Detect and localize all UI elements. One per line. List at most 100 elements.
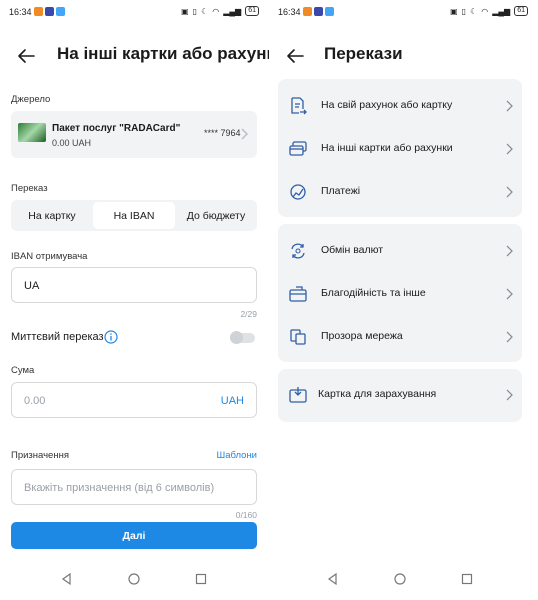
info-icon[interactable] (104, 330, 118, 344)
menu-item-label: На інші картки або рахунки (321, 142, 453, 154)
system-icons: ▣ ▯ ☾ ◠ ▂▄▆ 61 (181, 6, 259, 16)
chevron-right-icon (506, 100, 513, 112)
source-label: Джерело (11, 94, 51, 105)
iban-label: IBAN отримувача (11, 251, 88, 262)
menu-item-currency-exchange[interactable]: Обмін валют (278, 230, 522, 272)
status-bar: 16:34 ▣ ▯ ☾ ◠ ▂▄▆ 61 (0, 0, 269, 22)
menu-group-receiving: Картка для зарахування (278, 369, 522, 422)
toggle-knob (230, 331, 243, 344)
transfer-form-screen: 16:34 ▣ ▯ ☾ ◠ ▂▄▆ 61 На інші картки або … (0, 0, 269, 600)
nfc-icon: ▣ (181, 6, 189, 16)
app-notification-icon (34, 7, 43, 16)
nav-recents-icon[interactable] (194, 572, 208, 586)
tab-to-budget[interactable]: До бюджету (175, 202, 257, 229)
iban-input[interactable]: UA (11, 267, 257, 303)
back-arrow-icon[interactable] (14, 44, 38, 68)
card-balance: 0.00 UAH (52, 138, 92, 148)
nav-back-icon[interactable] (326, 572, 340, 586)
app-notification-icon (325, 7, 334, 16)
nav-home-icon[interactable] (393, 572, 407, 586)
chevron-right-icon (506, 143, 513, 155)
menu-item-label: Картка для зарахування (318, 388, 437, 400)
currency-label: UAH (220, 395, 244, 407)
nav-recents-icon[interactable] (460, 572, 474, 586)
document-arrow-icon (291, 97, 307, 115)
tab-to-iban[interactable]: На IBAN (93, 202, 175, 229)
chevron-right-icon (506, 186, 513, 198)
iban-value: UA (24, 280, 40, 292)
amount-input[interactable]: 0.00 UAH (11, 382, 257, 418)
nfc-icon: ▣ (450, 6, 458, 16)
card-download-icon (289, 387, 307, 403)
back-arrow-icon[interactable] (283, 44, 307, 68)
chevron-right-icon (506, 288, 513, 300)
menu-item-label: Платежі (321, 185, 361, 197)
amount-label: Сума (11, 365, 35, 376)
page-title: На інші картки або рахунки (57, 44, 269, 63)
status-time: 16:34 (278, 7, 301, 17)
app-notification-icon (56, 7, 65, 16)
vibrate-icon: ▯ (461, 6, 467, 16)
notification-icons (34, 7, 65, 16)
source-card-selector[interactable]: Пакет послуг "RADACard" 0.00 UAH **** 79… (11, 111, 257, 158)
purpose-input[interactable]: Вкажіть призначення (від 6 символів) (11, 469, 257, 505)
payments-icon (290, 184, 306, 200)
chevron-right-icon (506, 245, 513, 257)
wifi-icon: ◠ (212, 6, 220, 16)
menu-item-own-account[interactable]: На свій рахунок або картку (278, 85, 522, 127)
system-nav-bar (269, 572, 538, 586)
menu-item-label: Обмін валют (321, 244, 384, 256)
card-image (18, 123, 46, 142)
status-time: 16:34 (9, 7, 32, 17)
menu-item-other-cards[interactable]: На інші картки або рахунки (278, 128, 522, 170)
vibrate-icon: ▯ (192, 6, 198, 16)
wifi-icon: ◠ (481, 6, 489, 16)
app-notification-icon (45, 7, 54, 16)
transfer-label: Переказ (11, 183, 48, 194)
purpose-label: Призначення (11, 450, 69, 461)
card-name: Пакет послуг "RADACard" (52, 123, 181, 134)
purpose-counter: 0/160 (235, 510, 257, 520)
iban-counter: 2/29 (240, 309, 257, 319)
templates-link[interactable]: Шаблони (217, 450, 258, 461)
network-icon (290, 329, 306, 345)
system-nav-bar (0, 572, 269, 586)
nav-back-icon[interactable] (60, 572, 74, 586)
menu-group-services: Обмін валют Благодійність та інше Прозор… (278, 224, 522, 362)
moon-icon: ☾ (201, 6, 209, 16)
menu-item-receiving-card[interactable]: Картка для зарахування (278, 374, 522, 416)
signal-icon: ▂▄▆ (492, 6, 511, 16)
menu-item-transparent-network[interactable]: Прозора мережа (278, 316, 522, 358)
signal-icon: ▂▄▆ (223, 6, 242, 16)
system-icons: ▣ ▯ ☾ ◠ ▂▄▆ 61 (450, 6, 528, 16)
menu-item-label: Прозора мережа (321, 330, 403, 342)
next-button[interactable]: Далі (11, 522, 257, 549)
transfer-type-tabs: На картку На IBAN До бюджету (11, 200, 257, 231)
header: Перекази (269, 38, 538, 74)
nav-home-icon[interactable] (127, 572, 141, 586)
menu-item-payments[interactable]: Платежі (278, 171, 522, 213)
app-notification-icon (303, 7, 312, 16)
app-notification-icon (314, 7, 323, 16)
header: На інші картки або рахунки (0, 38, 269, 74)
chevron-right-icon (506, 389, 513, 401)
chevron-right-icon (241, 128, 248, 140)
menu-item-label: Благодійність та інше (321, 287, 426, 299)
cards-icon (289, 141, 307, 156)
menu-group-transfers: На свій рахунок або картку На інші картк… (278, 79, 522, 217)
transfers-menu-screen: 16:34 ▣ ▯ ☾ ◠ ▂▄▆ 61 Перекази На свій ра… (269, 0, 538, 600)
tab-to-card[interactable]: На картку (11, 202, 93, 229)
menu-item-charity[interactable]: Благодійність та інше (278, 273, 522, 315)
status-bar: 16:34 ▣ ▯ ☾ ◠ ▂▄▆ 61 (269, 0, 538, 22)
battery-icon: 61 (514, 6, 528, 16)
charity-icon (289, 286, 307, 302)
moon-icon: ☾ (470, 6, 478, 16)
page-title: Перекази (324, 44, 403, 63)
battery-icon: 61 (245, 6, 259, 16)
menu-item-label: На свій рахунок або картку (321, 99, 453, 111)
card-number: **** 7964 (204, 128, 241, 138)
currency-exchange-icon (291, 243, 305, 259)
instant-transfer-label: Миттєвий переказ (11, 331, 104, 343)
purpose-placeholder: Вкажіть призначення (від 6 символів) (24, 482, 215, 494)
instant-transfer-toggle[interactable] (230, 331, 255, 344)
